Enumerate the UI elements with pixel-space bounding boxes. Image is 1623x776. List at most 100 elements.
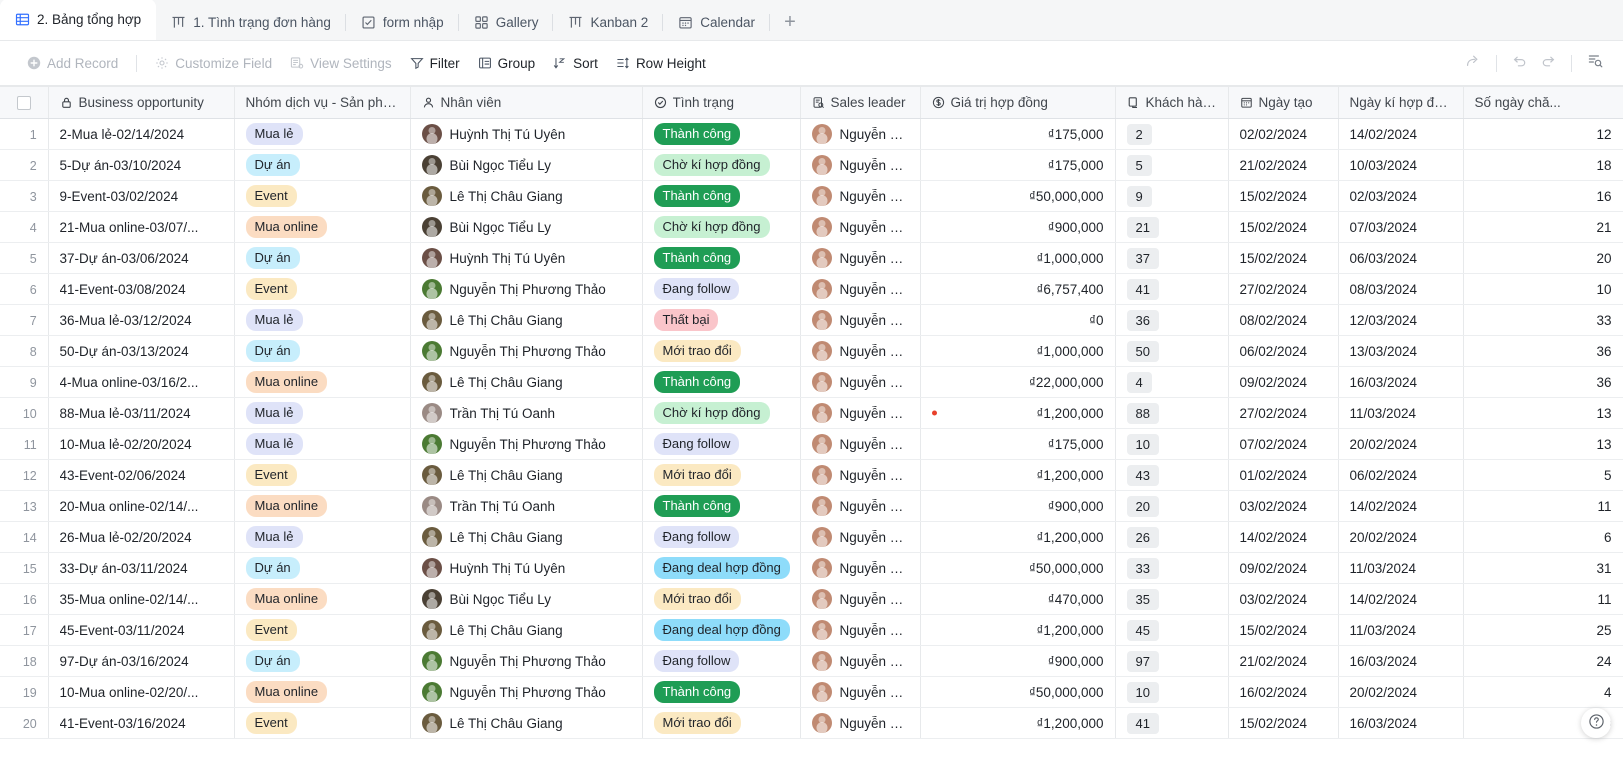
cell-opportunity[interactable]: 10-Mua lẻ-02/20/2024 <box>48 428 235 460</box>
cell-service-group[interactable]: Mua online <box>234 366 411 398</box>
cell-created-date[interactable]: 15/02/2024 <box>1228 211 1339 243</box>
cell-days[interactable]: 10 <box>1463 273 1623 305</box>
table-row[interactable]: 4 21-Mua online-03/07/... Mua online Bùi Ng… <box>0 211 1623 243</box>
row-select-cell[interactable]: 11 <box>0 428 49 460</box>
row-select-cell[interactable]: 6 <box>0 273 49 305</box>
cell-sales-leader[interactable]: Nguyễn Ng... <box>800 273 921 305</box>
row-select-cell[interactable]: 3 <box>0 180 49 212</box>
cell-employee[interactable]: Lê Thị Châu Giang <box>410 614 643 646</box>
cell-status[interactable]: Mới trao đổi <box>642 459 801 491</box>
cell-status[interactable]: Đang follow <box>642 521 801 553</box>
cell-employee[interactable]: Bùi Ngọc Tiểu Ly <box>410 583 643 615</box>
cell-status[interactable]: Đang deal hợp đồng <box>642 614 801 646</box>
table-row[interactable]: 10 88-Mua lẻ-03/11/2024 Mua lẻ Trần Thị Tú … <box>0 397 1623 429</box>
cell-sign-date[interactable]: 10/03/2024 <box>1338 149 1464 181</box>
cell-sales-leader[interactable]: Nguyễn Ng... <box>800 676 921 708</box>
cell-days[interactable]: 36 <box>1463 366 1623 398</box>
cell-contract-value[interactable]: ₫50,000,000 <box>920 676 1116 708</box>
view-tab-1[interactable]: 2. Bảng tổng hợp <box>0 0 157 40</box>
row-select-cell[interactable]: 18 <box>0 645 49 677</box>
help-button[interactable] <box>1581 708 1611 738</box>
view-tab-3[interactable]: form nhập <box>346 5 459 40</box>
column-header-created_date[interactable]: Ngày tạo <box>1228 86 1339 119</box>
search-records-button[interactable] <box>1581 49 1609 77</box>
cell-opportunity[interactable]: 20-Mua online-02/14/... <box>48 490 235 522</box>
cell-status[interactable]: Thành công <box>642 180 801 212</box>
cell-contract-value[interactable]: ₫1,000,000 <box>920 242 1116 274</box>
cell-created-date[interactable]: 08/02/2024 <box>1228 304 1339 336</box>
column-header-sign_date[interactable]: Ngày kí hợp đồng <box>1338 86 1464 119</box>
cell-days[interactable]: 33 <box>1463 304 1623 336</box>
cell-created-date[interactable]: 15/02/2024 <box>1228 242 1339 274</box>
cell-days[interactable]: 36 <box>1463 335 1623 367</box>
cell-created-date[interactable]: 02/02/2024 <box>1228 118 1339 150</box>
cell-customer[interactable]: 50 <box>1115 335 1229 367</box>
cell-employee[interactable]: Lê Thị Châu Giang <box>410 180 643 212</box>
cell-contract-value[interactable]: ₫175,000 <box>920 149 1116 181</box>
table-row[interactable]: 7 36-Mua lẻ-03/12/2024 Mua lẻ Lê Thị Châu G… <box>0 304 1623 336</box>
cell-contract-value[interactable]: ₫50,000,000 <box>920 180 1116 212</box>
column-header-contract_value[interactable]: Giá trị hợp đồng <box>920 86 1116 119</box>
cell-customer[interactable]: 41 <box>1115 707 1229 739</box>
cell-status[interactable]: Mới trao đổi <box>642 335 801 367</box>
cell-status[interactable]: Đang follow <box>642 428 801 460</box>
cell-sign-date[interactable]: 20/02/2024 <box>1338 676 1464 708</box>
cell-created-date[interactable]: 27/02/2024 <box>1228 273 1339 305</box>
cell-customer[interactable]: 20 <box>1115 490 1229 522</box>
cell-contract-value[interactable]: ₫1,200,000 <box>920 614 1116 646</box>
cell-sign-date[interactable]: 14/02/2024 <box>1338 118 1464 150</box>
cell-contract-value[interactable]: ₫1,200,000 <box>920 521 1116 553</box>
cell-opportunity[interactable]: 88-Mua lẻ-03/11/2024 <box>48 397 235 429</box>
column-header-service_group[interactable]: Nhóm dịch vụ - Sản phẩm <box>234 86 411 119</box>
cell-sign-date[interactable]: 11/03/2024 <box>1338 614 1464 646</box>
cell-customer[interactable]: 45 <box>1115 614 1229 646</box>
select-all-checkbox[interactable] <box>16 96 31 111</box>
row-select-cell[interactable]: 12 <box>0 459 49 491</box>
cell-opportunity[interactable]: 50-Dự án-03/13/2024 <box>48 335 235 367</box>
cell-opportunity[interactable]: 33-Dự án-03/11/2024 <box>48 552 235 584</box>
cell-employee[interactable]: Lê Thị Châu Giang <box>410 521 643 553</box>
cell-days[interactable]: 13 <box>1463 397 1623 429</box>
cell-created-date[interactable]: 01/02/2024 <box>1228 459 1339 491</box>
row-select-cell[interactable]: 16 <box>0 583 49 615</box>
row-select-cell[interactable]: 7 <box>0 304 49 336</box>
cell-employee[interactable]: Nguyễn Thị Phương Thảo <box>410 273 643 305</box>
cell-contract-value[interactable]: ₫0 <box>920 304 1116 336</box>
cell-days[interactable]: 16 <box>1463 180 1623 212</box>
undo-button[interactable] <box>1506 49 1534 77</box>
cell-employee[interactable]: Lê Thị Châu Giang <box>410 707 643 739</box>
cell-employee[interactable]: Nguyễn Thị Phương Thảo <box>410 676 643 708</box>
cell-created-date[interactable]: 03/02/2024 <box>1228 583 1339 615</box>
cell-created-date[interactable]: 15/02/2024 <box>1228 614 1339 646</box>
cell-days[interactable]: 20 <box>1463 242 1623 274</box>
cell-opportunity[interactable]: 4-Mua online-03/16/2... <box>48 366 235 398</box>
cell-created-date[interactable]: 14/02/2024 <box>1228 521 1339 553</box>
cell-sign-date[interactable]: 20/02/2024 <box>1338 428 1464 460</box>
table-row[interactable]: 15 33-Dự án-03/11/2024 Dự án Huỳnh Thị Tú U… <box>0 552 1623 584</box>
cell-created-date[interactable]: 21/02/2024 <box>1228 645 1339 677</box>
cell-sign-date[interactable]: 13/03/2024 <box>1338 335 1464 367</box>
cell-employee[interactable]: Lê Thị Châu Giang <box>410 304 643 336</box>
cell-sign-date[interactable]: 02/03/2024 <box>1338 180 1464 212</box>
cell-opportunity[interactable]: 2-Mua lẻ-02/14/2024 <box>48 118 235 150</box>
row-select-cell[interactable]: 8 <box>0 335 49 367</box>
cell-sales-leader[interactable]: Nguyễn Ng... <box>800 180 921 212</box>
cell-status[interactable]: Thành công <box>642 490 801 522</box>
cell-employee[interactable]: Trần Thị Tú Oanh <box>410 397 643 429</box>
table-row[interactable]: 17 45-Event-03/11/2024 Event Lê Thị Châu Gi… <box>0 614 1623 646</box>
cell-sign-date[interactable]: 11/03/2024 <box>1338 397 1464 429</box>
cell-service-group[interactable]: Mua online <box>234 490 411 522</box>
cell-contract-value[interactable]: ₫175,000 <box>920 118 1116 150</box>
cell-opportunity[interactable]: 41-Event-03/08/2024 <box>48 273 235 305</box>
cell-created-date[interactable]: 09/02/2024 <box>1228 366 1339 398</box>
cell-customer[interactable]: 9 <box>1115 180 1229 212</box>
cell-days[interactable]: 4 <box>1463 676 1623 708</box>
cell-employee[interactable]: Huỳnh Thị Tú Uyên <box>410 118 643 150</box>
cell-service-group[interactable]: Dự án <box>234 335 411 367</box>
cell-status[interactable]: Đang deal hợp đồng <box>642 552 801 584</box>
cell-sales-leader[interactable]: Nguyễn Ng... <box>800 583 921 615</box>
cell-sales-leader[interactable]: Nguyễn Ng... <box>800 645 921 677</box>
cell-opportunity[interactable]: 35-Mua online-02/14/... <box>48 583 235 615</box>
cell-sign-date[interactable]: 12/03/2024 <box>1338 304 1464 336</box>
cell-service-group[interactable]: Mua lẻ <box>234 397 411 429</box>
